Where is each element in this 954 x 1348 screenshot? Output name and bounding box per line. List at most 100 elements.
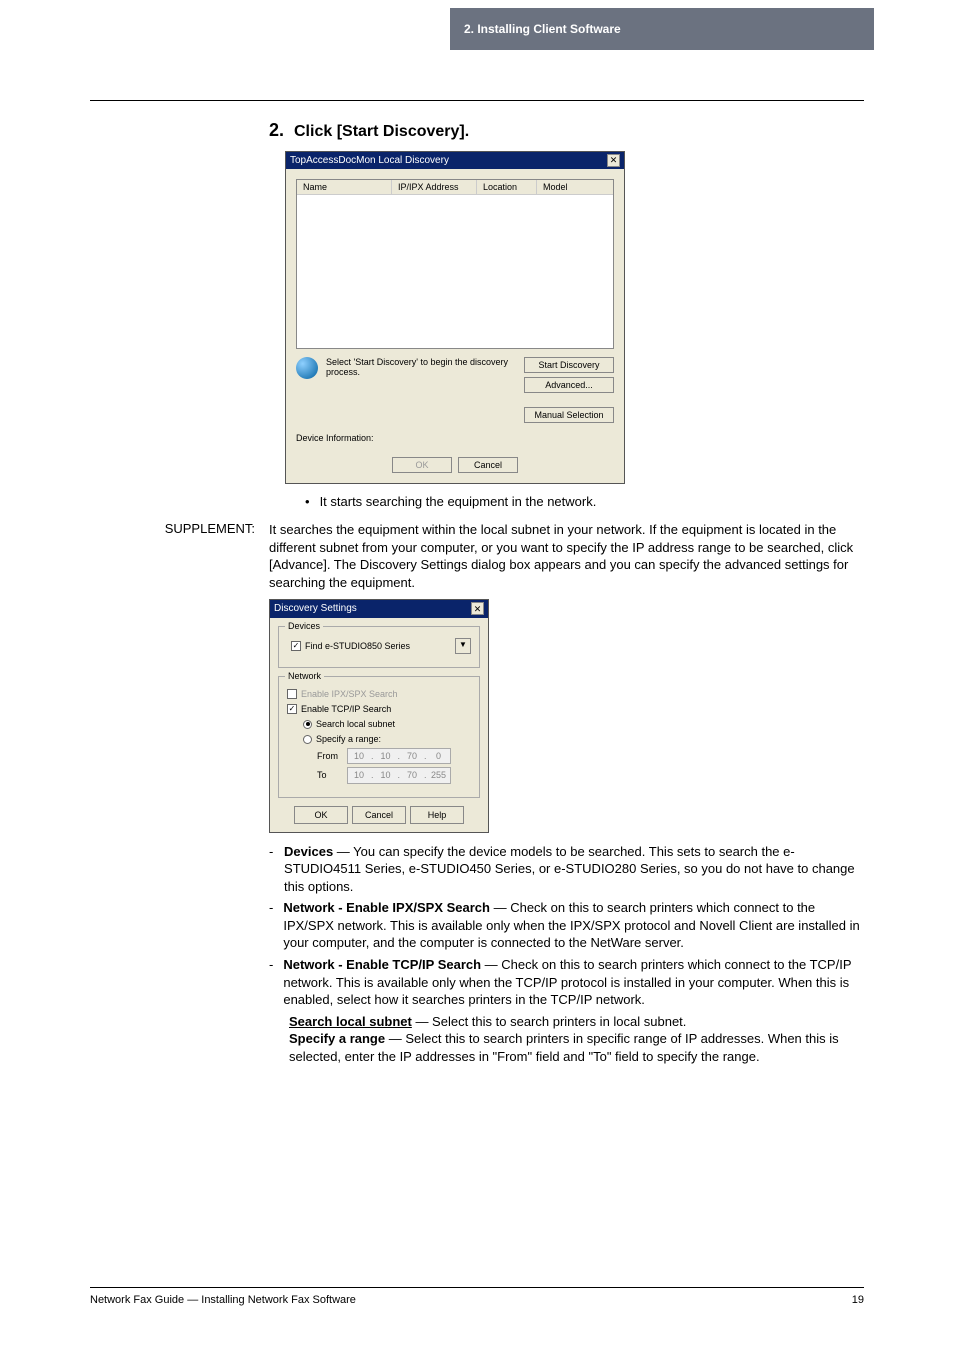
- range-bold: Specify a range: [289, 1031, 385, 1046]
- discovery-settings-dialog: Discovery Settings ✕ Devices Find e-STUD…: [269, 599, 489, 832]
- dialog-bottom-buttons: OK Cancel: [296, 457, 614, 473]
- footer-row: Network Fax Guide — Installing Network F…: [90, 1294, 864, 1306]
- hint-text: Select 'Start Discovery' to begin the di…: [326, 357, 516, 377]
- range-radio[interactable]: [303, 735, 312, 744]
- option-descriptions: - Devices — You can specify the device m…: [269, 843, 864, 1066]
- manual-selection-button[interactable]: Manual Selection: [524, 407, 614, 423]
- ok-button[interactable]: OK: [294, 806, 348, 824]
- step-instruction: Click [Start Discovery].: [294, 123, 469, 141]
- page-number: 19: [852, 1294, 864, 1306]
- list-item: - Network - Enable IPX/SPX Search — Chec…: [269, 899, 864, 952]
- list-item: - Devices — You can specify the device m…: [269, 843, 864, 896]
- range-desc: Specify a range — Select this to search …: [289, 1030, 864, 1065]
- ip-octet: 70: [401, 749, 423, 763]
- devices-desc: Devices — You can specify the device mod…: [284, 843, 864, 896]
- ip-octet: 10: [348, 768, 370, 782]
- find-device-row: Find e-STUDIO850 Series ▼: [291, 638, 471, 654]
- horizontal-rule-bottom: [90, 1287, 864, 1288]
- advanced-button[interactable]: Advanced...: [524, 377, 614, 393]
- cancel-button[interactable]: Cancel: [458, 457, 518, 473]
- tcp-bold: Network - Enable TCP/IP Search: [283, 957, 481, 972]
- local-subnet-row: Search local subnet: [303, 718, 471, 730]
- dash: -: [269, 843, 274, 896]
- local-subnet-label: Search local subnet: [316, 718, 395, 730]
- list-item: - Network - Enable TCP/IP Search — Check…: [269, 956, 864, 1009]
- ip-octet: 255: [428, 768, 450, 782]
- page-content: 2. Click [Start Discovery]. TopAccessDoc…: [90, 120, 864, 1065]
- chapter-header: 2. Installing Client Software: [450, 8, 874, 50]
- start-discovery-button[interactable]: Start Discovery: [524, 357, 614, 373]
- step-number: 2.: [260, 120, 284, 141]
- button-column: Start Discovery Advanced... Manual Selec…: [524, 357, 614, 423]
- supplement-para: It searches the equipment within the loc…: [269, 521, 864, 591]
- ok-button[interactable]: OK: [392, 457, 452, 473]
- dialog-titlebar: TopAccessDocMon Local Discovery ✕: [286, 152, 624, 169]
- close-icon[interactable]: ✕: [607, 154, 620, 167]
- local-text: — Select this to search printers in loca…: [412, 1014, 687, 1029]
- local-subnet-radio[interactable]: [303, 720, 312, 729]
- local-discovery-dialog: TopAccessDocMon Local Discovery ✕ Name I…: [285, 151, 625, 484]
- devices-text: — You can specify the device models to b…: [284, 844, 855, 894]
- network-legend: Network: [285, 670, 324, 682]
- dash: -: [269, 899, 273, 952]
- tcp-desc: Network - Enable TCP/IP Search — Check o…: [283, 956, 864, 1009]
- col-name: Name: [297, 180, 392, 194]
- hint-row: Select 'Start Discovery' to begin the di…: [296, 357, 614, 423]
- bullet-dot: •: [305, 494, 310, 509]
- supplement-row: SUPPLEMENT: It searches the equipment wi…: [90, 521, 864, 1065]
- ipx-label: Enable IPX/SPX Search: [301, 688, 398, 700]
- devices-fieldset: Devices Find e-STUDIO850 Series ▼: [278, 626, 480, 668]
- local-bold: Search local subnet: [289, 1014, 412, 1029]
- device-info-label: Device Information:: [296, 433, 614, 443]
- cancel-button[interactable]: Cancel: [352, 806, 406, 824]
- dialog2-titlebar: Discovery Settings ✕: [270, 600, 488, 618]
- col-location: Location: [477, 180, 537, 194]
- globe-icon: [296, 357, 318, 379]
- network-fieldset: Network Enable IPX/SPX Search Enable TCP…: [278, 676, 480, 798]
- tcp-label: Enable TCP/IP Search: [301, 703, 391, 715]
- dash: -: [269, 956, 273, 1009]
- close-icon[interactable]: ✕: [471, 602, 484, 615]
- devices-bold: Devices: [284, 844, 333, 859]
- footer-left: Network Fax Guide — Installing Network F…: [90, 1294, 356, 1306]
- chapter-title: 2. Installing Client Software: [464, 22, 621, 36]
- supplement-body: It searches the equipment within the loc…: [269, 521, 864, 1065]
- specify-range-row: Specify a range:: [303, 733, 471, 745]
- to-row: To 10. 10. 70. 255: [317, 767, 471, 783]
- local-subnet-desc: Search local subnet — Select this to sea…: [289, 1013, 864, 1031]
- to-ip-input[interactable]: 10. 10. 70. 255: [347, 767, 451, 783]
- find-checkbox[interactable]: [291, 641, 301, 651]
- devices-legend: Devices: [285, 620, 323, 632]
- device-listview: Name IP/IPX Address Location Model: [296, 179, 614, 349]
- col-model: Model: [537, 180, 613, 194]
- range-label: Specify a range:: [316, 733, 381, 745]
- ipx-checkbox: [287, 689, 297, 699]
- dialog2-body: Devices Find e-STUDIO850 Series ▼ Networ…: [270, 618, 488, 832]
- dialog-body: Name IP/IPX Address Location Model Selec…: [286, 169, 624, 483]
- step-row: 2. Click [Start Discovery].: [260, 120, 864, 141]
- from-row: From 10. 10. 70. 0: [317, 748, 471, 764]
- from-ip-input[interactable]: 10. 10. 70. 0: [347, 748, 451, 764]
- ipx-row: Enable IPX/SPX Search: [287, 688, 471, 700]
- find-label: Find e-STUDIO850 Series: [305, 640, 411, 652]
- supplement-label: SUPPLEMENT:: [90, 521, 255, 1065]
- dropdown-icon[interactable]: ▼: [455, 638, 471, 654]
- ip-octet: 0: [428, 749, 450, 763]
- to-label: To: [317, 769, 343, 781]
- ip-octet: 10: [375, 749, 397, 763]
- listview-header: Name IP/IPX Address Location Model: [297, 180, 613, 195]
- from-label: From: [317, 750, 343, 762]
- page-footer: Network Fax Guide — Installing Network F…: [90, 1287, 864, 1306]
- ip-octet: 70: [401, 768, 423, 782]
- ipx-bold: Network - Enable IPX/SPX Search: [283, 900, 490, 915]
- dialog-title: TopAccessDocMon Local Discovery: [290, 155, 449, 166]
- dialog2-title: Discovery Settings: [274, 602, 357, 616]
- ip-octet: 10: [348, 749, 370, 763]
- ip-octet: 10: [375, 768, 397, 782]
- bullet-text: It starts searching the equipment in the…: [320, 494, 597, 509]
- ipx-desc: Network - Enable IPX/SPX Search — Check …: [283, 899, 864, 952]
- dialog2-buttons: OK Cancel Help: [278, 806, 480, 824]
- help-button[interactable]: Help: [410, 806, 464, 824]
- tcp-checkbox[interactable]: [287, 704, 297, 714]
- tcp-row: Enable TCP/IP Search: [287, 703, 471, 715]
